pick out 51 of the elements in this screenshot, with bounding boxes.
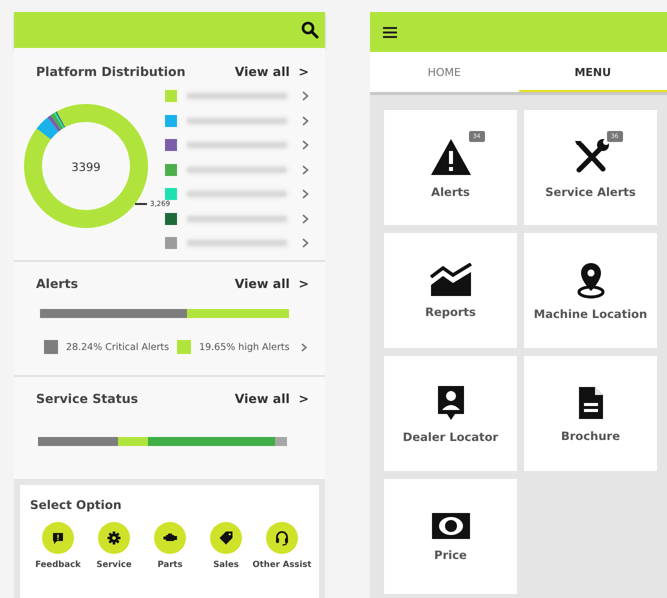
option-button[interactable]: Feedback <box>30 522 86 570</box>
chevron-icon <box>302 189 309 199</box>
option-button[interactable]: Parts <box>142 522 198 570</box>
chevron-icon <box>302 91 309 101</box>
chevron-icon <box>302 238 309 248</box>
chevron-icon <box>302 116 309 126</box>
section-title: Platform Distribution <box>36 64 186 78</box>
option-button[interactable]: Sales <box>198 522 254 570</box>
view-all-link[interactable]: View all > <box>234 391 309 406</box>
tile-label: Price <box>434 548 467 562</box>
option-button[interactable]: Other Assist <box>254 522 310 570</box>
legend-label: 28.24% Critical Alerts <box>66 342 170 352</box>
banknote-icon <box>430 512 470 540</box>
tile-label: Machine Location <box>534 306 648 320</box>
tab[interactable]: HOME <box>370 52 518 92</box>
donut-total: 3399 <box>70 160 102 174</box>
menu-icon <box>383 26 397 38</box>
tile-label: Dealer Locator <box>402 430 498 444</box>
sales-icon <box>217 529 235 547</box>
option-button[interactable]: Service <box>86 522 142 570</box>
warning-icon <box>428 136 472 176</box>
legend-item[interactable] <box>165 212 309 224</box>
section-title: Select Option <box>30 498 122 512</box>
search-icon <box>301 21 319 39</box>
legend-item[interactable] <box>165 139 309 151</box>
tab[interactable]: MENU <box>518 52 667 92</box>
menu-tile[interactable]: Reports <box>384 233 517 348</box>
location-pin-icon <box>576 260 606 298</box>
service-icon <box>105 529 123 547</box>
view-all-link[interactable]: View all > <box>234 64 309 78</box>
menu-tile[interactable]: Price <box>384 479 517 594</box>
menu-tile[interactable]: Brochure <box>524 356 657 471</box>
menu-tile[interactable]: Dealer Locator <box>384 356 517 471</box>
view-all-link[interactable]: View all > <box>234 276 309 291</box>
tile-label: Reports <box>425 304 476 318</box>
leader-line <box>135 203 147 205</box>
section-title: Alerts <box>36 276 78 291</box>
legend-item[interactable] <box>165 237 309 249</box>
chevron-icon <box>302 140 309 150</box>
tile-label: Alerts <box>431 184 470 198</box>
area-chart-icon <box>428 262 472 296</box>
legend-label: 19.65% high Alerts <box>199 342 290 352</box>
menu-tile[interactable]: Machine Location <box>524 233 657 348</box>
tile-label: Brochure <box>561 428 620 442</box>
chevron-icon <box>302 164 309 174</box>
section-title: Service Status <box>36 391 138 406</box>
chevron-icon <box>302 214 309 224</box>
chevron-icon <box>301 342 307 352</box>
legend-item[interactable] <box>165 164 309 176</box>
document-icon <box>576 384 604 420</box>
tile-label: Service Alerts <box>545 184 636 198</box>
